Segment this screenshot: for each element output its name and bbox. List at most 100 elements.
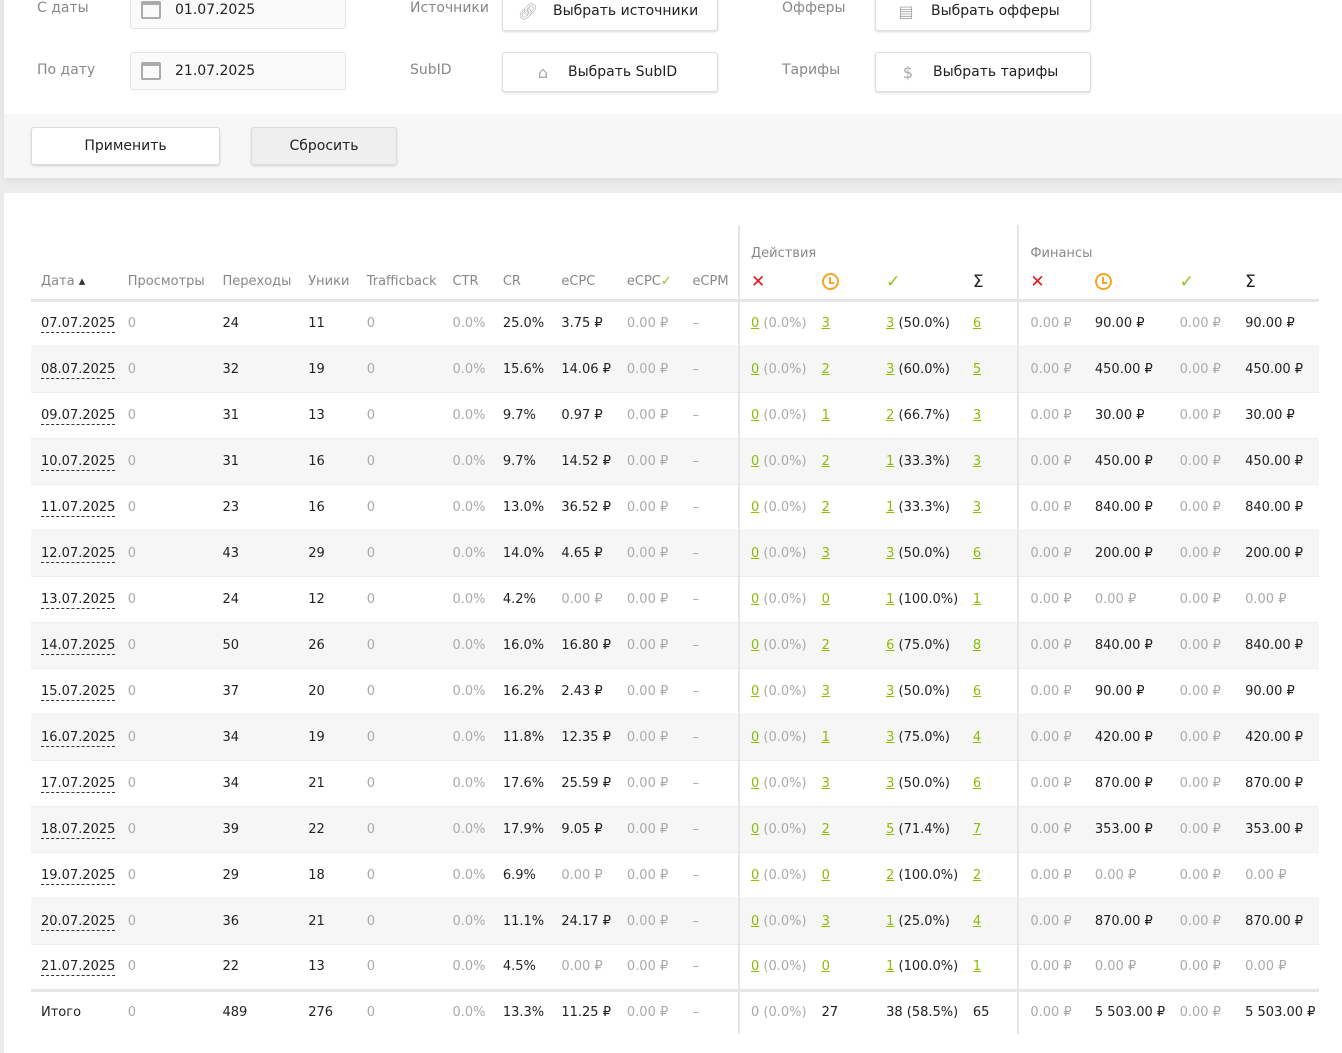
header-cr[interactable]: CR bbox=[492, 265, 552, 302]
rejected-count[interactable]: 0 bbox=[751, 638, 759, 653]
date-link[interactable]: 13.07.2025 bbox=[41, 591, 116, 609]
clicks-cell: 36 bbox=[212, 898, 299, 945]
rejected-actions-cell: 0 (0.0%) bbox=[737, 714, 812, 761]
date-link[interactable]: 12.07.2025 bbox=[41, 545, 116, 563]
pending-count[interactable]: 3 bbox=[822, 684, 830, 699]
date-link[interactable]: 20.07.2025 bbox=[41, 913, 116, 931]
pending-count[interactable]: 3 bbox=[822, 546, 830, 561]
header-trafficback[interactable]: Trafficback bbox=[356, 265, 443, 302]
date-cell[interactable]: 21.07.2025 bbox=[31, 944, 118, 991]
rejected-count[interactable]: 0 bbox=[751, 868, 759, 883]
date-cell[interactable]: 20.07.2025 bbox=[31, 898, 118, 945]
date-link[interactable]: 09.07.2025 bbox=[41, 407, 116, 425]
select-tariffs-button[interactable]: $ Выбрать тарифы bbox=[875, 52, 1091, 92]
pending-count[interactable]: 2 bbox=[822, 638, 830, 653]
apply-button[interactable]: Применить bbox=[31, 127, 220, 165]
rejected-count[interactable]: 0 bbox=[751, 592, 759, 607]
rejected-count[interactable]: 0 bbox=[751, 454, 759, 469]
header-ctr[interactable]: CTR bbox=[442, 265, 493, 302]
pending-count[interactable]: 2 bbox=[822, 500, 830, 515]
header-clicks[interactable]: Переходы bbox=[212, 265, 299, 302]
total-count[interactable]: 1 bbox=[973, 592, 981, 607]
sort-asc-icon[interactable]: ▴ bbox=[75, 274, 86, 289]
date-cell[interactable]: 15.07.2025 bbox=[31, 668, 118, 715]
total-count[interactable]: 6 bbox=[973, 546, 981, 561]
date-link[interactable]: 07.07.2025 bbox=[41, 316, 116, 333]
date-cell[interactable]: 16.07.2025 bbox=[31, 714, 118, 761]
date-cell[interactable]: 08.07.2025 bbox=[31, 346, 118, 393]
date-cell[interactable]: 11.07.2025 bbox=[31, 484, 118, 531]
rejected-count[interactable]: 0 bbox=[751, 776, 759, 791]
cr-cell: 17.9% bbox=[492, 806, 552, 853]
rejected-count[interactable]: 0 bbox=[751, 362, 759, 377]
date-link[interactable]: 14.07.2025 bbox=[41, 637, 116, 655]
total-count[interactable]: 5 bbox=[973, 362, 981, 377]
header-uniques[interactable]: Уники bbox=[298, 265, 357, 302]
date-cell[interactable]: 18.07.2025 bbox=[31, 806, 118, 853]
pending-count[interactable]: 2 bbox=[822, 362, 830, 377]
rejected-count[interactable]: 0 bbox=[751, 684, 759, 699]
total-count[interactable]: 4 bbox=[973, 730, 981, 745]
rejected-count[interactable]: 0 bbox=[751, 316, 759, 331]
date-cell[interactable]: 19.07.2025 bbox=[31, 852, 118, 899]
date-cell[interactable]: 17.07.2025 bbox=[31, 760, 118, 807]
pending-count[interactable]: 1 bbox=[822, 408, 830, 423]
date-link[interactable]: 11.07.2025 bbox=[41, 499, 116, 517]
pending-count[interactable]: 0 bbox=[822, 868, 830, 883]
pending-count[interactable]: 0 bbox=[822, 959, 830, 974]
date-cell[interactable]: 12.07.2025 bbox=[31, 530, 118, 577]
date-link[interactable]: 10.07.2025 bbox=[41, 453, 116, 471]
total-count[interactable]: 8 bbox=[973, 638, 981, 653]
total-count[interactable]: 6 bbox=[973, 316, 981, 331]
date-cell[interactable]: 07.07.2025 bbox=[31, 300, 118, 347]
rejected-count[interactable]: 0 bbox=[751, 730, 759, 745]
header-ecpm[interactable]: eCPM bbox=[682, 265, 739, 302]
date-cell[interactable]: 10.07.2025 bbox=[31, 438, 118, 485]
date-link[interactable]: 16.07.2025 bbox=[41, 729, 116, 747]
pending-count[interactable]: 2 bbox=[822, 454, 830, 469]
date-link[interactable]: 19.07.2025 bbox=[41, 867, 116, 885]
select-subid-button[interactable]: ⌂ Выбрать SubID bbox=[502, 52, 718, 92]
pending-count[interactable]: 0 bbox=[822, 592, 830, 607]
date-cell[interactable]: 13.07.2025 bbox=[31, 576, 118, 623]
header-ecpc-approved[interactable]: eCPC✓ bbox=[616, 265, 683, 302]
views-cell: 0 bbox=[117, 576, 213, 623]
date-link[interactable]: 21.07.2025 bbox=[41, 959, 116, 976]
total-count[interactable]: 3 bbox=[973, 454, 981, 469]
pending-count[interactable]: 2 bbox=[822, 822, 830, 837]
total-count[interactable]: 1 bbox=[973, 959, 981, 974]
rejected-count[interactable]: 0 bbox=[751, 408, 759, 423]
rejected-count[interactable]: 0 bbox=[751, 546, 759, 561]
total-count[interactable]: 7 bbox=[973, 822, 981, 837]
date-cell[interactable]: 09.07.2025 bbox=[31, 392, 118, 439]
date-from-input[interactable]: 01.07.2025 bbox=[130, 0, 346, 29]
pending-count[interactable]: 3 bbox=[822, 914, 830, 929]
pending-count[interactable]: 3 bbox=[822, 316, 830, 331]
date-link[interactable]: 15.07.2025 bbox=[41, 683, 116, 701]
rejected-count[interactable]: 0 bbox=[751, 822, 759, 837]
pending-count[interactable]: 3 bbox=[822, 776, 830, 791]
date-cell[interactable]: 14.07.2025 bbox=[31, 622, 118, 669]
pending-count[interactable]: 1 bbox=[822, 730, 830, 745]
select-sources-button[interactable]: 🔗︎ Выбрать источники bbox=[502, 0, 718, 31]
date-link[interactable]: 18.07.2025 bbox=[41, 821, 116, 839]
total-count[interactable]: 6 bbox=[973, 776, 981, 791]
date-link[interactable]: 08.07.2025 bbox=[41, 361, 116, 379]
total-count[interactable]: 3 bbox=[973, 500, 981, 515]
rejected-actions-cell: 0 (0.0%) bbox=[737, 346, 812, 393]
reset-button[interactable]: Сбросить bbox=[251, 127, 397, 165]
total-actions-cell: 7 bbox=[962, 806, 1019, 853]
date-to-input[interactable]: 21.07.2025 bbox=[130, 52, 346, 90]
total-count[interactable]: 4 bbox=[973, 914, 981, 929]
select-offers-button[interactable]: ▤ Выбрать офферы bbox=[875, 0, 1091, 31]
header-views[interactable]: Просмотры bbox=[117, 265, 213, 302]
header-ecpc[interactable]: eCPC bbox=[551, 265, 617, 302]
total-count[interactable]: 6 bbox=[973, 684, 981, 699]
rejected-count[interactable]: 0 bbox=[751, 500, 759, 515]
date-link[interactable]: 17.07.2025 bbox=[41, 775, 116, 793]
rejected-count[interactable]: 0 bbox=[751, 914, 759, 929]
header-date[interactable]: Дата ▴ bbox=[31, 265, 118, 302]
total-count[interactable]: 3 bbox=[973, 408, 981, 423]
rejected-count[interactable]: 0 bbox=[751, 959, 759, 974]
total-count[interactable]: 2 bbox=[973, 868, 981, 883]
